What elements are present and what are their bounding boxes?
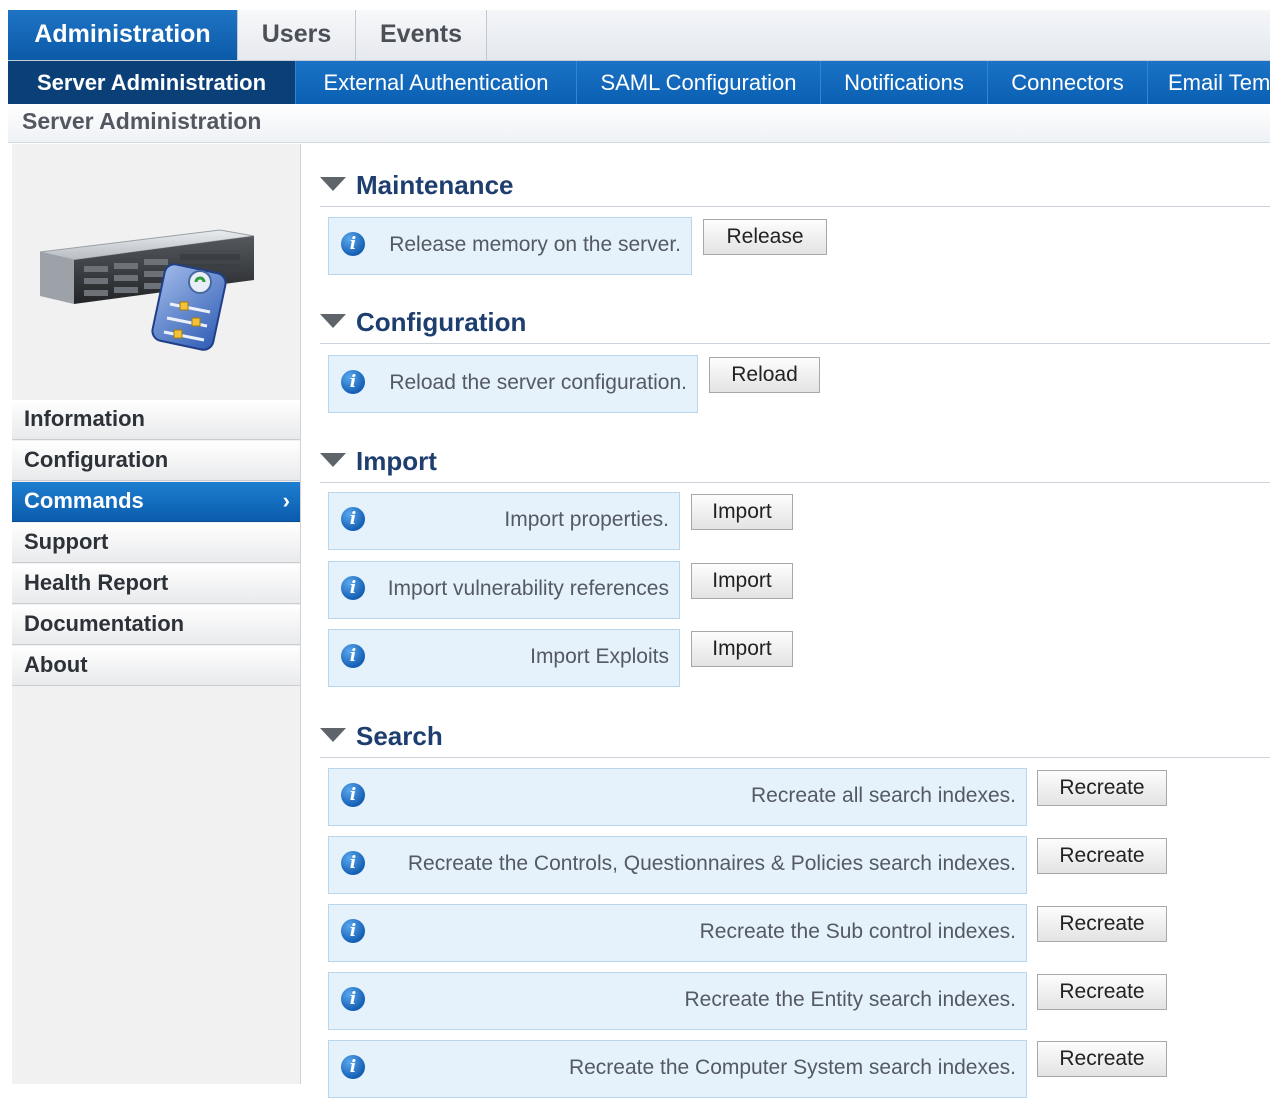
info-box: i Reload the server configuration. <box>328 355 698 413</box>
section-title: Configuration <box>356 307 527 337</box>
section-title: Search <box>356 721 443 751</box>
info-icon: i <box>341 232 365 256</box>
top-tab-bar: Administration Users Events <box>8 10 1270 61</box>
info-text: Import Exploits <box>530 645 669 668</box>
info-text: Recreate the Entity search indexes. <box>684 988 1016 1011</box>
server-settings-icon <box>39 224 270 359</box>
info-text: Recreate all search indexes. <box>751 784 1016 807</box>
sidebar-item-commands[interactable]: Commands › <box>12 482 300 522</box>
info-icon: i <box>341 576 365 600</box>
info-icon: i <box>341 1055 365 1079</box>
sidebar-item-label: Commands <box>24 488 144 513</box>
info-icon: i <box>341 783 365 807</box>
info-text: Import vulnerability references <box>387 577 669 600</box>
subtab-notifications[interactable]: Notifications <box>821 61 988 104</box>
recreate-sub-control-indexes-button[interactable]: Recreate <box>1037 906 1167 942</box>
chevron-right-icon: › <box>282 488 290 513</box>
subtab-external-authentication[interactable]: External Authentication <box>296 61 577 104</box>
info-icon: i <box>341 507 365 531</box>
import-exploits-button[interactable]: Import <box>691 631 793 667</box>
sidebar-item-information[interactable]: Information <box>12 400 300 440</box>
subtab-server-administration[interactable]: Server Administration <box>8 61 296 104</box>
sub-tab-bar: Server Administration External Authentic… <box>8 61 1270 104</box>
subtab-saml-configuration[interactable]: SAML Configuration <box>577 61 821 104</box>
release-button[interactable]: Release <box>703 219 827 255</box>
info-box: i Recreate the Sub control indexes. <box>328 904 1027 962</box>
section-configuration-header[interactable]: Configuration <box>320 303 1270 344</box>
tab-administration[interactable]: Administration <box>8 10 238 60</box>
info-icon: i <box>341 851 365 875</box>
recreate-controls-indexes-button[interactable]: Recreate <box>1037 838 1167 874</box>
sidebar-item-support[interactable]: Support <box>12 523 300 563</box>
info-text: Recreate the Controls, Questionnaires & … <box>407 852 1016 875</box>
info-box: i Recreate the Controls, Questionnaires … <box>328 836 1027 894</box>
info-icon: i <box>341 370 365 394</box>
collapse-triangle-icon <box>320 314 346 328</box>
sidebar-item-documentation[interactable]: Documentation <box>12 605 300 645</box>
tab-users[interactable]: Users <box>238 10 356 60</box>
sidebar: Information Configuration Commands › Sup… <box>12 144 301 1084</box>
info-box: i Recreate the Computer System search in… <box>328 1040 1027 1098</box>
breadcrumb: Server Administration <box>8 104 1270 143</box>
section-title: Import <box>356 446 437 476</box>
info-box: i Recreate all search indexes. <box>328 768 1027 826</box>
tab-events[interactable]: Events <box>356 10 487 60</box>
collapse-triangle-icon <box>320 453 346 467</box>
subtab-email-templates[interactable]: Email Tem <box>1148 61 1270 104</box>
info-text: Import properties. <box>504 508 669 531</box>
info-text: Recreate the Sub control indexes. <box>699 920 1016 943</box>
info-icon: i <box>341 987 365 1011</box>
info-box: i Recreate the Entity search indexes. <box>328 972 1027 1030</box>
info-icon: i <box>341 644 365 668</box>
info-box: i Import properties. <box>328 492 680 550</box>
info-text: Reload the server configuration. <box>389 371 687 394</box>
collapse-triangle-icon <box>320 177 346 191</box>
info-box: i Release memory on the server. <box>328 217 692 275</box>
info-text: Recreate the Computer System search inde… <box>568 1056 1016 1079</box>
section-import-header[interactable]: Import <box>320 442 1270 483</box>
sidebar-item-configuration[interactable]: Configuration <box>12 441 300 481</box>
recreate-entity-indexes-button[interactable]: Recreate <box>1037 974 1167 1010</box>
collapse-triangle-icon <box>320 728 346 742</box>
recreate-computer-system-indexes-button[interactable]: Recreate <box>1037 1041 1167 1077</box>
page-title: Server Administration <box>22 108 262 134</box>
section-search-header[interactable]: Search <box>320 717 1270 758</box>
recreate-all-search-indexes-button[interactable]: Recreate <box>1037 770 1167 806</box>
info-text: Release memory on the server. <box>389 233 681 256</box>
side-menu: Information Configuration Commands › Sup… <box>12 400 300 687</box>
sidebar-item-about[interactable]: About <box>12 646 300 686</box>
section-title: Maintenance <box>356 170 514 200</box>
sidebar-item-health-report[interactable]: Health Report <box>12 564 300 604</box>
reload-button[interactable]: Reload <box>709 357 820 393</box>
section-maintenance-header[interactable]: Maintenance <box>320 166 1270 207</box>
import-vulnerability-references-button[interactable]: Import <box>691 563 793 599</box>
subtab-connectors[interactable]: Connectors <box>988 61 1148 104</box>
info-box: i Import vulnerability references <box>328 561 680 619</box>
info-box: i Import Exploits <box>328 629 680 687</box>
import-properties-button[interactable]: Import <box>691 494 793 530</box>
info-icon: i <box>341 919 365 943</box>
